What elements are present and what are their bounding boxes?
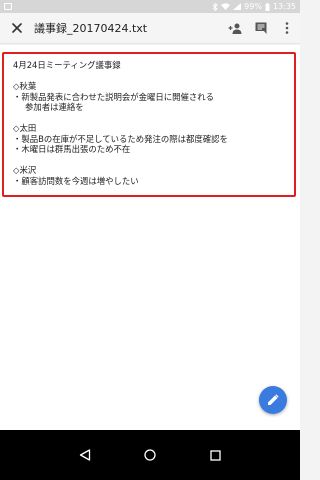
status-bar: 99% 13:35 <box>0 0 300 13</box>
app-bar: 議事録_20170424.txt <box>0 13 300 44</box>
image-notification-icon <box>4 3 12 10</box>
file-title: 議事録_20170424.txt <box>34 22 148 35</box>
bluetooth-icon <box>212 2 218 11</box>
signal-icon <box>233 3 242 10</box>
document-area[interactable]: 4月24日ミーティング議事録 ◇秋葉 ・新製品発表に合わせた説明会が金曜日に開催… <box>0 45 300 430</box>
doc-line: ・顧客訪問数を今週は増やしたい <box>13 175 139 186</box>
doc-blank-line <box>13 113 294 124</box>
doc-line: ◇米沢 <box>13 165 37 175</box>
clock: 13:35 <box>272 2 296 11</box>
doc-line: ・製品Bの在庫が不足しているため発注の際は都度確認を <box>13 133 228 144</box>
doc-line: ・新製品発表に合わせた説明会が金曜日に開催される <box>13 91 214 102</box>
battery-icon <box>265 2 270 11</box>
add-person-icon <box>228 23 242 34</box>
recents-button[interactable] <box>203 443 227 467</box>
doc-line: 4月24日ミーティング議事録 <box>13 60 121 70</box>
back-button[interactable] <box>73 443 97 467</box>
battery-percent: 99% <box>244 2 262 11</box>
doc-line: 参加者は連絡を <box>25 102 84 112</box>
edit-fab-button[interactable] <box>259 386 287 414</box>
close-button[interactable] <box>2 13 32 44</box>
comment-button[interactable] <box>248 13 274 44</box>
close-icon <box>12 23 22 33</box>
share-person-button[interactable] <box>222 13 248 44</box>
comment-icon <box>255 22 267 34</box>
recents-icon <box>209 449 221 461</box>
wifi-icon <box>221 3 231 10</box>
edit-icon <box>268 394 279 405</box>
status-left <box>4 3 12 10</box>
more-options-button[interactable] <box>274 13 300 44</box>
doc-line: ◇太田 <box>13 123 37 133</box>
back-icon <box>79 449 91 461</box>
doc-blank-line <box>13 155 294 166</box>
doc-line: ・木曜日は群馬出張のため不在 <box>13 144 131 154</box>
more-vert-icon <box>285 22 289 34</box>
document-text-highlight: 4月24日ミーティング議事録 ◇秋葉 ・新製品発表に合わせた説明会が金曜日に開催… <box>2 52 296 197</box>
doc-line: ◇秋葉 <box>13 81 37 91</box>
home-icon <box>144 449 156 461</box>
navigation-bar <box>0 430 300 480</box>
status-right: 99% 13:35 <box>212 2 296 11</box>
doc-blank-line <box>13 71 294 82</box>
home-button[interactable] <box>138 443 162 467</box>
